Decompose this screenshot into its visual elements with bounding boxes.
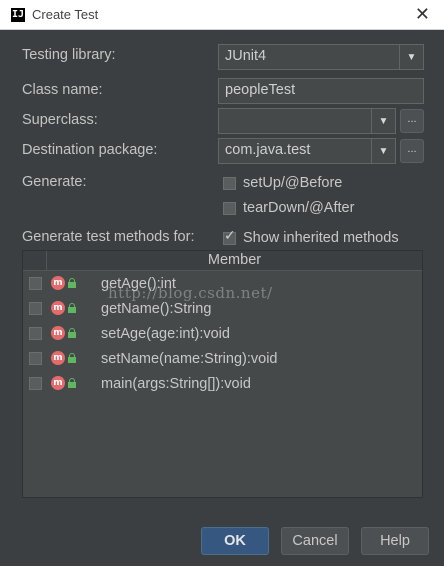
lock-icon [68,378,76,388]
row-checkbox[interactable] [29,277,42,290]
setup-checkbox-row[interactable]: setUp/@Before [223,175,342,191]
chevron-down-icon[interactable]: ▼ [371,139,395,163]
row-checkbox[interactable] [29,302,42,315]
teardown-checkbox-row[interactable]: tearDown/@After [223,200,354,216]
cancel-button[interactable]: Cancel [281,527,349,555]
row-checkbox[interactable] [29,377,42,390]
class-name-input[interactable]: peopleTest [218,78,424,104]
close-icon[interactable]: ✕ [415,4,430,25]
title-bar: IJ Create Test ✕ [0,0,444,30]
intellij-app-icon: IJ [11,7,25,22]
setup-label: setUp/@Before [243,175,343,191]
testing-library-select[interactable]: JUnit4 ▼ [218,44,424,70]
destination-package-value: com.java.test [225,142,311,158]
teardown-label: tearDown/@After [243,200,355,216]
members-table: Member m getAge():int m getName():String… [22,250,423,498]
lock-icon [68,278,76,288]
chevron-down-icon[interactable]: ▼ [399,45,423,69]
row-checkbox[interactable] [29,352,42,365]
class-name-value: peopleTest [225,82,296,98]
show-inherited-label: Show inherited methods [243,230,399,246]
method-icon: m [51,351,65,365]
method-name: getName():String [101,300,212,317]
superclass-label: Superclass: [22,112,98,128]
chevron-down-icon[interactable]: ▼ [371,109,395,133]
destination-package-browse-button[interactable]: ... [400,139,424,163]
class-name-label: Class name: [22,82,103,98]
row-checkbox[interactable] [29,327,42,340]
setup-checkbox[interactable] [223,176,236,190]
generate-methods-label: Generate test methods for: [22,229,195,245]
method-icon: m [51,376,65,390]
select-column-header[interactable] [23,251,47,270]
method-icon: m [51,276,65,290]
method-name: setAge(age:int):void [101,325,230,342]
testing-library-value: JUnit4 [225,48,267,64]
method-icon: m [51,326,65,340]
teardown-checkbox[interactable] [223,201,236,215]
lock-icon [68,353,76,363]
method-icon: m [51,301,65,315]
lock-icon [68,303,76,313]
ok-button[interactable]: OK [201,527,269,555]
method-name: main(args:String[]):void [101,375,251,392]
table-row[interactable]: m setAge(age:int):void [23,321,422,346]
show-inherited-row[interactable]: Show inherited methods [223,228,399,246]
member-column-header[interactable]: Member [23,251,422,270]
superclass-combo[interactable]: ▼ [218,108,396,134]
show-inherited-checkbox[interactable] [223,228,236,245]
window-title: Create Test [32,7,99,22]
table-row[interactable]: m setName(name:String):void [23,346,422,371]
help-button[interactable]: Help [361,527,429,555]
table-row[interactable]: m getName():String [23,296,422,321]
superclass-browse-button[interactable]: ... [400,109,424,133]
destination-package-label: Destination package: [22,142,158,158]
table-header: Member [23,251,422,271]
testing-library-label: Testing library: [22,47,116,63]
generate-label: Generate: [22,174,87,190]
table-row[interactable]: m getAge():int [23,271,422,296]
destination-package-combo[interactable]: com.java.test ▼ [218,138,396,164]
method-name: setName(name:String):void [101,350,278,367]
lock-icon [68,328,76,338]
method-name: getAge():int [101,275,176,292]
table-row[interactable]: m main(args:String[]):void [23,371,422,396]
